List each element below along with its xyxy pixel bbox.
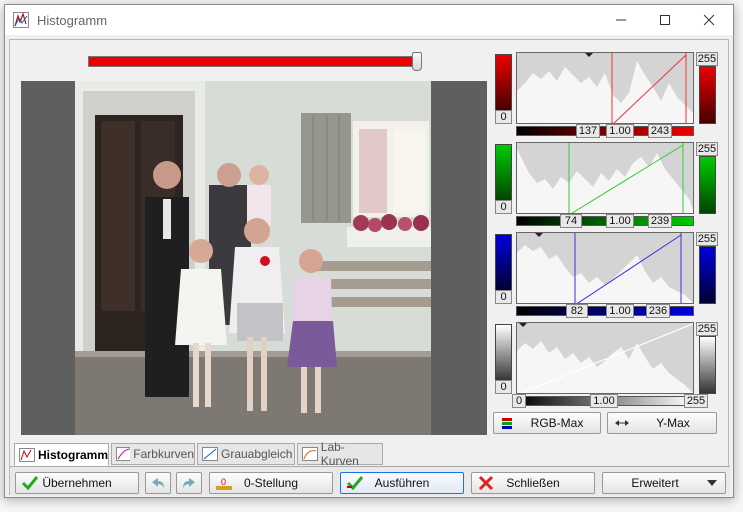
dialog-content: 0 255 137 1.00 243 0 255 74 1.00 239 0 2… xyxy=(9,39,730,496)
red-low-value[interactable]: 137 xyxy=(576,124,600,138)
maximize-icon xyxy=(660,15,670,25)
green-swatch xyxy=(495,144,512,202)
red-channel-panel: 0 255 137 1.00 243 xyxy=(490,52,722,138)
blue-channel-panel: 0 255 82 1.00 236 xyxy=(490,232,722,318)
minimize-button[interactable] xyxy=(599,5,643,35)
green-gamma-value[interactable]: 1.00 xyxy=(606,214,634,228)
blue-high-value[interactable]: 236 xyxy=(646,304,670,318)
y-max-button[interactable]: Y-Max xyxy=(607,412,717,434)
extended-label: Erweitert xyxy=(631,476,679,490)
undo-arrow-icon xyxy=(152,478,164,488)
green-min-value[interactable]: 0 xyxy=(495,200,512,214)
tab-histogramm-label: Histogramm xyxy=(37,447,108,462)
luminance-swatch xyxy=(495,324,512,382)
tab-grauabgleich-label: Grauabgleich xyxy=(221,447,293,461)
green-channel-panel: 0 255 74 1.00 239 xyxy=(490,142,722,228)
redo-arrow-icon xyxy=(183,478,195,488)
green-histogram-plot xyxy=(517,143,693,213)
undo-button[interactable] xyxy=(145,472,171,494)
blue-histogram-plot xyxy=(517,233,693,303)
luminance-max-value[interactable]: 255 xyxy=(696,322,718,336)
green-check-icon xyxy=(21,476,39,491)
red-gamma-value[interactable]: 1.00 xyxy=(606,124,634,138)
chevron-down-icon xyxy=(707,480,717,486)
blue-gamma-value[interactable]: 1.00 xyxy=(606,304,634,318)
preview-photo xyxy=(75,81,431,435)
blue-low-value[interactable]: 82 xyxy=(566,304,588,318)
histogram-window: Histogramm 0 255 137 1.00 243 0 255 74 1… xyxy=(4,4,734,498)
rgb-max-button[interactable]: RGB-Max xyxy=(493,412,601,434)
preview-area xyxy=(21,81,487,435)
luminance-high-value[interactable]: 255 xyxy=(684,394,708,408)
blue-min-value[interactable]: 0 xyxy=(495,290,512,304)
window-title: Histogramm xyxy=(37,13,108,28)
bottom-toolbar: Übernehmen 0 0-Stellung Ausführen Schlie… xyxy=(10,466,730,496)
close-icon xyxy=(703,14,715,26)
zero-position-button[interactable]: 0 0-Stellung xyxy=(209,472,333,494)
green-output-swatch xyxy=(699,156,716,214)
histogram-icon xyxy=(19,447,35,462)
blue-output-swatch xyxy=(699,246,716,304)
tab-lab-kurven[interactable]: Lab-Kurven xyxy=(297,440,383,468)
luminance-low-value[interactable]: 0 xyxy=(512,394,526,408)
y-max-label: Y-Max xyxy=(656,416,690,430)
luminance-gamma-value[interactable]: 1.00 xyxy=(590,394,618,408)
svg-text:0: 0 xyxy=(221,477,226,487)
blue-max-value[interactable]: 255 xyxy=(696,232,718,246)
red-histogram-plot xyxy=(517,53,693,123)
tab-farbkurven[interactable]: Farbkurven xyxy=(111,443,195,465)
red-x-icon xyxy=(478,475,494,491)
title-bar: Histogramm xyxy=(5,5,733,35)
app-histogram-icon xyxy=(13,12,29,28)
blue-swatch xyxy=(495,234,512,292)
color-curves-icon xyxy=(116,447,131,461)
tab-farbkurven-label: Farbkurven xyxy=(133,447,194,461)
rgb-max-label: RGB-Max xyxy=(530,416,584,430)
close-dialog-button[interactable]: Schließen xyxy=(471,472,595,494)
luminance-channel-panel: 0 255 0 1.00 255 xyxy=(490,322,722,408)
luminance-min-value[interactable]: 0 xyxy=(495,380,512,394)
maximize-button[interactable] xyxy=(643,5,687,35)
red-histogram[interactable] xyxy=(516,52,694,124)
lab-curves-icon xyxy=(302,447,318,461)
minimize-icon xyxy=(616,19,626,21)
green-max-value[interactable]: 255 xyxy=(696,142,718,156)
close-button[interactable] xyxy=(687,5,731,35)
rgb-bars-icon xyxy=(502,418,512,429)
tab-lab-kurven-label: Lab-Kurven xyxy=(320,440,359,468)
apply-button[interactable]: Übernehmen xyxy=(15,472,139,494)
tab-histogramm[interactable]: Histogramm xyxy=(14,443,109,466)
green-low-value[interactable]: 74 xyxy=(560,214,582,228)
luminance-output-swatch xyxy=(699,336,716,394)
zoom-slider-track[interactable] xyxy=(88,56,422,67)
green-check-arrow-icon xyxy=(346,476,364,491)
zoom-slider-thumb[interactable] xyxy=(412,52,422,71)
blue-histogram[interactable] xyxy=(516,232,694,304)
luminance-histogram[interactable] xyxy=(516,322,694,394)
tab-grauabgleich[interactable]: Grauabgleich xyxy=(197,443,295,465)
extended-dropdown[interactable]: Erweitert xyxy=(602,472,726,494)
arrows-left-right-icon xyxy=(615,420,629,426)
green-high-value[interactable]: 239 xyxy=(648,214,672,228)
red-swatch xyxy=(495,54,512,112)
red-high-value[interactable]: 243 xyxy=(648,124,672,138)
red-min-value[interactable]: 0 xyxy=(495,110,512,124)
red-output-swatch xyxy=(699,66,716,124)
green-histogram[interactable] xyxy=(516,142,694,214)
luminance-histogram-plot xyxy=(517,323,693,393)
gray-balance-icon xyxy=(202,447,218,461)
zero-scale-icon: 0 xyxy=(216,477,232,490)
redo-button[interactable] xyxy=(176,472,202,494)
execute-button[interactable]: Ausführen xyxy=(340,472,464,494)
red-max-value[interactable]: 255 xyxy=(696,52,718,66)
